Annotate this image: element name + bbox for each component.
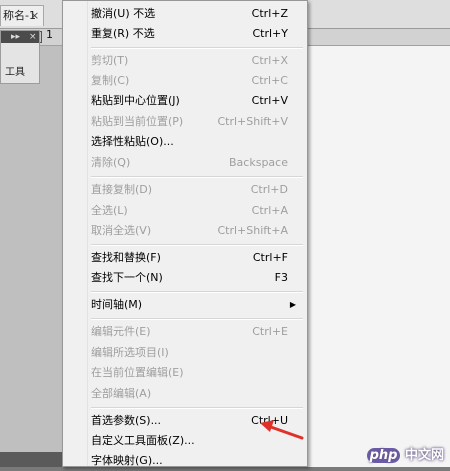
menu-item-shortcut: F3 <box>274 271 288 284</box>
menu-separator <box>91 47 303 49</box>
watermark-text: 中文网 <box>404 448 444 463</box>
menu-item-find-replace[interactable]: 查找和替换(F) Ctrl+F <box>66 248 304 268</box>
menu-item-label: 查找下一个(N) <box>91 271 163 284</box>
menu-item-label: 自定义工具面板(Z)... <box>91 434 195 447</box>
menu-item-select-all[interactable]: 全选(L) Ctrl+A <box>66 201 304 221</box>
menu-item-paste-special[interactable]: 选择性粘贴(O)... <box>66 132 304 152</box>
menu-item-paste-in-place[interactable]: 粘贴到当前位置(P) Ctrl+Shift+V <box>66 112 304 132</box>
panel-header[interactable]: ▸▸ × <box>1 31 39 43</box>
menu-item-edit-symbols[interactable]: 编辑元件(E) Ctrl+E <box>66 322 304 342</box>
menu-item-label: 编辑元件(E) <box>91 325 151 338</box>
menu-item-shortcut: Ctrl+X <box>251 54 288 67</box>
menu-item-shortcut: Ctrl+F <box>252 251 288 264</box>
tools-panel-label[interactable]: 工具 <box>5 63 25 78</box>
menu-item-shortcut: Ctrl+C <box>251 74 288 87</box>
tools-panel: ▸▸ × 工具 <box>0 30 40 84</box>
scene-label: 1 <box>46 28 53 41</box>
menu-item-font-mapping[interactable]: 字体映射(G)... <box>66 451 304 471</box>
menu-item-label: 重复(R) 不选 <box>91 27 155 40</box>
menu-item-label: 全部编辑(A) <box>91 387 152 400</box>
menu-item-copy[interactable]: 复制(C) Ctrl+C <box>66 71 304 91</box>
submenu-arrow-icon: ▶ <box>289 300 296 309</box>
menu-item-label: 取消全选(V) <box>91 224 152 237</box>
menu-item-paste-center[interactable]: 粘贴到中心位置(J) Ctrl+V <box>66 91 304 111</box>
menu-item-label: 清除(Q) <box>91 156 131 169</box>
menu-item-label: 撤消(U) 不选 <box>91 7 156 20</box>
bottom-strip <box>0 452 70 467</box>
watermark: php 中文网 <box>366 444 444 463</box>
menu-item-label: 在当前位置编辑(E) <box>91 366 184 379</box>
menu-item-label: 直接复制(D) <box>91 183 153 196</box>
menu-item-label: 时间轴(M) <box>91 298 143 311</box>
menu-item-shortcut: Ctrl+E <box>252 325 288 338</box>
menu-item-label: 选择性粘贴(O)... <box>91 135 174 148</box>
watermark-logo: php <box>366 448 401 463</box>
menu-item-shortcut: Ctrl+Shift+V <box>217 115 288 128</box>
menu-item-duplicate[interactable]: 直接复制(D) Ctrl+D <box>66 180 304 200</box>
menu-item-shortcut: Ctrl+V <box>251 94 288 107</box>
menu-item-clear[interactable]: 清除(Q) Backspace <box>66 153 304 173</box>
menu-item-shortcut: Ctrl+Y <box>252 27 288 40</box>
menu-item-edit-selected[interactable]: 编辑所选项目(I) <box>66 343 304 363</box>
menu-item-label: 编辑所选项目(I) <box>91 346 169 359</box>
edit-menu: 撤消(U) 不选 Ctrl+Z 重复(R) 不选 Ctrl+Y 剪切(T) Ct… <box>62 0 308 467</box>
collapse-panel-icon[interactable]: ▸▸ <box>11 31 20 43</box>
menu-item-label: 字体映射(G)... <box>91 454 163 467</box>
menu-item-shortcut: Ctrl+Shift+A <box>217 224 288 237</box>
menu-item-deselect-all[interactable]: 取消全选(V) Ctrl+Shift+A <box>66 221 304 241</box>
stage-canvas[interactable] <box>308 46 450 467</box>
close-tab-icon[interactable]: × <box>30 9 39 22</box>
menu-item-shortcut: Ctrl+A <box>251 204 288 217</box>
menu-item-shortcut: Backspace <box>229 156 288 169</box>
close-panel-icon[interactable]: × <box>29 31 37 43</box>
menu-separator <box>91 291 303 293</box>
menu-item-label: 粘贴到当前位置(P) <box>91 115 184 128</box>
menu-item-shortcut: Ctrl+Z <box>251 7 288 20</box>
menu-item-redo[interactable]: 重复(R) 不选 Ctrl+Y <box>66 24 304 44</box>
menu-separator <box>91 176 303 178</box>
annotation-arrow-icon <box>260 420 304 440</box>
menu-item-label: 首选参数(S)... <box>91 414 162 427</box>
menu-item-timeline[interactable]: 时间轴(M) ▶ <box>66 295 304 315</box>
menu-item-edit-all[interactable]: 全部编辑(A) <box>66 384 304 404</box>
menu-item-label: 查找和替换(F) <box>91 251 161 264</box>
menu-item-undo[interactable]: 撤消(U) 不选 Ctrl+Z <box>66 4 304 24</box>
menu-separator <box>91 244 303 246</box>
menu-item-edit-in-place[interactable]: 在当前位置编辑(E) <box>66 363 304 383</box>
menu-separator <box>91 318 303 320</box>
menu-item-label: 剪切(T) <box>91 54 129 67</box>
menu-item-find-next[interactable]: 查找下一个(N) F3 <box>66 268 304 288</box>
menu-item-label: 全选(L) <box>91 204 128 217</box>
menu-item-label: 粘贴到中心位置(J) <box>91 94 180 107</box>
menu-item-cut[interactable]: 剪切(T) Ctrl+X <box>66 51 304 71</box>
menu-item-shortcut: Ctrl+D <box>250 183 288 196</box>
menu-separator <box>91 407 303 409</box>
menu-item-label: 复制(C) <box>91 74 130 87</box>
